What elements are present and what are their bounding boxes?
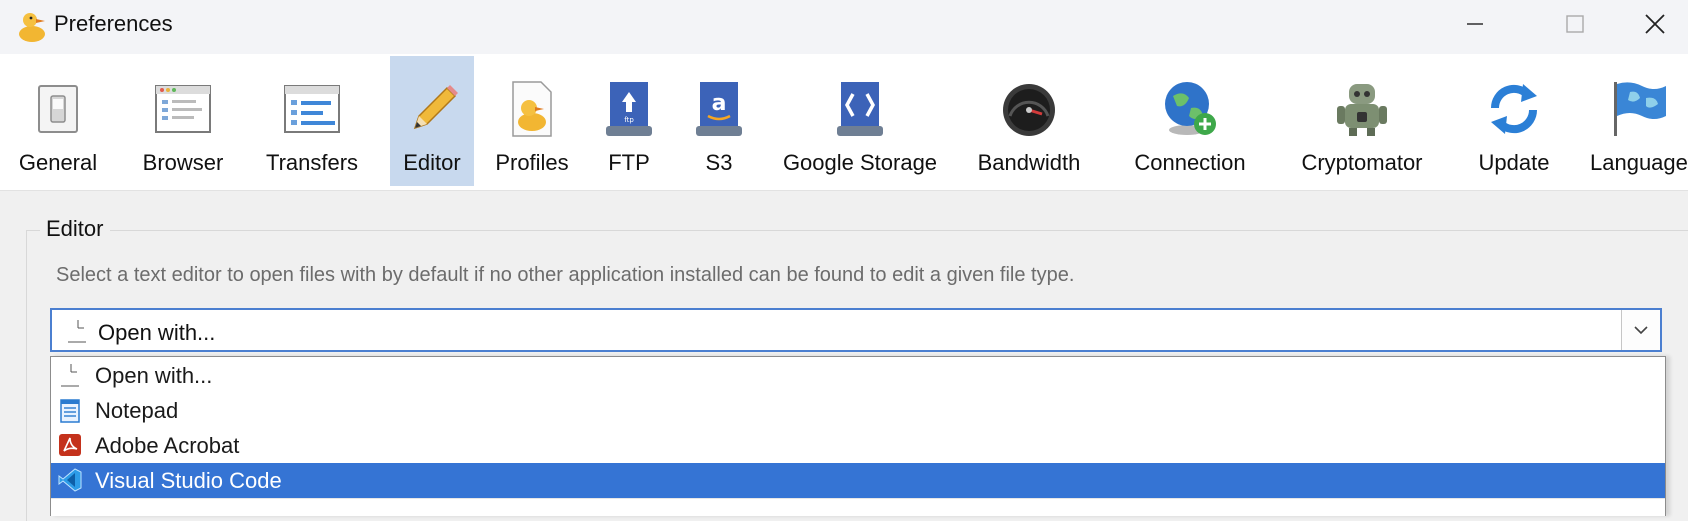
google-storage-drive-icon bbox=[837, 82, 883, 136]
editor-group-title: Editor bbox=[46, 216, 104, 241]
refresh-icon bbox=[1490, 84, 1538, 134]
tab-general-label: General bbox=[18, 150, 98, 175]
tab-update-label: Update bbox=[1478, 150, 1550, 175]
maximize-button[interactable] bbox=[1540, 0, 1610, 48]
notepad-icon bbox=[60, 399, 80, 423]
preferences-toolbar: General Browser Transfers Editor Profile… bbox=[0, 54, 1688, 191]
blank-file-icon bbox=[68, 320, 86, 343]
tab-profiles[interactable]: Profiles bbox=[488, 56, 576, 186]
tab-cryptomator-label: Cryptomator bbox=[1301, 150, 1423, 175]
title-bar: Preferences bbox=[0, 0, 1688, 54]
tab-editor[interactable]: Editor bbox=[390, 56, 474, 186]
duck-document-icon bbox=[512, 81, 552, 137]
tab-connection[interactable]: Connection bbox=[1120, 56, 1260, 186]
blank-file-icon bbox=[61, 364, 79, 387]
flag-icon bbox=[1614, 82, 1666, 136]
tab-s3[interactable]: a S3 bbox=[682, 56, 756, 186]
tab-browser[interactable]: Browser bbox=[128, 56, 238, 186]
dropdown-option-open-with[interactable]: Open with... bbox=[51, 358, 1665, 393]
window-title: Preferences bbox=[54, 11, 173, 36]
editor-select-value: Open with... bbox=[98, 320, 216, 345]
tab-cryptomator[interactable]: Cryptomator bbox=[1288, 56, 1436, 186]
tab-browser-label: Browser bbox=[142, 150, 224, 175]
tab-editor-label: Editor bbox=[403, 150, 461, 175]
tab-google-storage-label: Google Storage bbox=[782, 150, 938, 175]
close-icon bbox=[1645, 14, 1665, 34]
pencil-icon bbox=[413, 85, 458, 130]
maximize-icon bbox=[1566, 15, 1584, 33]
editor-dropdown-list: Open with... Notepad Adobe Acrobat Visua… bbox=[50, 356, 1666, 516]
bandwidth-gauge-icon bbox=[1003, 84, 1055, 136]
dropdown-option-label: Adobe Acrobat bbox=[95, 433, 240, 458]
vscode-icon bbox=[58, 468, 82, 492]
minimize-icon bbox=[1467, 23, 1483, 25]
svg-text:a: a bbox=[712, 91, 727, 116]
tab-connection-label: Connection bbox=[1134, 150, 1246, 175]
tab-ftp-label: FTP bbox=[608, 150, 650, 175]
tab-update[interactable]: Update bbox=[1466, 56, 1562, 186]
tab-s3-label: S3 bbox=[705, 150, 733, 175]
close-button[interactable] bbox=[1620, 0, 1688, 48]
editor-select[interactable]: Open with... bbox=[50, 308, 1662, 352]
dropdown-option-adobe-acrobat[interactable]: Adobe Acrobat bbox=[51, 428, 1665, 463]
svg-text:ftp: ftp bbox=[624, 116, 634, 124]
tab-general[interactable]: General bbox=[8, 56, 108, 186]
editor-description: Select a text editor to open files with … bbox=[56, 264, 1075, 286]
dropdown-toggle[interactable] bbox=[1621, 310, 1660, 350]
dropdown-option-visual-studio-code[interactable]: Visual Studio Code bbox=[51, 463, 1665, 498]
switch-icon bbox=[38, 85, 78, 133]
tab-language[interactable]: Language bbox=[1586, 56, 1688, 186]
dropdown-option-partial[interactable] bbox=[51, 498, 1665, 516]
amazon-s3-drive-icon: a bbox=[696, 82, 742, 136]
globe-plus-icon bbox=[1165, 82, 1216, 135]
dropdown-option-label: Notepad bbox=[95, 398, 179, 423]
tab-transfers-label: Transfers bbox=[265, 150, 359, 175]
tab-language-label: Language bbox=[1590, 150, 1688, 175]
ftp-drive-icon: ftp bbox=[606, 82, 652, 136]
cryptomator-robot-icon bbox=[1337, 84, 1387, 136]
chevron-down-icon bbox=[1634, 326, 1648, 335]
dropdown-option-notepad[interactable]: Notepad bbox=[51, 393, 1665, 428]
dropdown-option-label: Visual Studio Code bbox=[95, 468, 282, 493]
tab-bandwidth[interactable]: Bandwidth bbox=[966, 56, 1092, 186]
tab-bandwidth-label: Bandwidth bbox=[977, 150, 1081, 175]
browser-window-icon bbox=[155, 85, 211, 133]
dropdown-option-label: Open with... bbox=[95, 363, 213, 388]
tab-google-storage[interactable]: Google Storage bbox=[776, 56, 944, 186]
adobe-acrobat-icon bbox=[59, 434, 81, 456]
transfers-window-icon bbox=[284, 85, 340, 133]
minimize-button[interactable] bbox=[1440, 0, 1510, 48]
tab-profiles-label: Profiles bbox=[495, 150, 569, 175]
duck-app-icon bbox=[19, 13, 45, 42]
tab-ftp[interactable]: ftp FTP bbox=[590, 56, 668, 186]
tab-transfers[interactable]: Transfers bbox=[254, 56, 370, 186]
